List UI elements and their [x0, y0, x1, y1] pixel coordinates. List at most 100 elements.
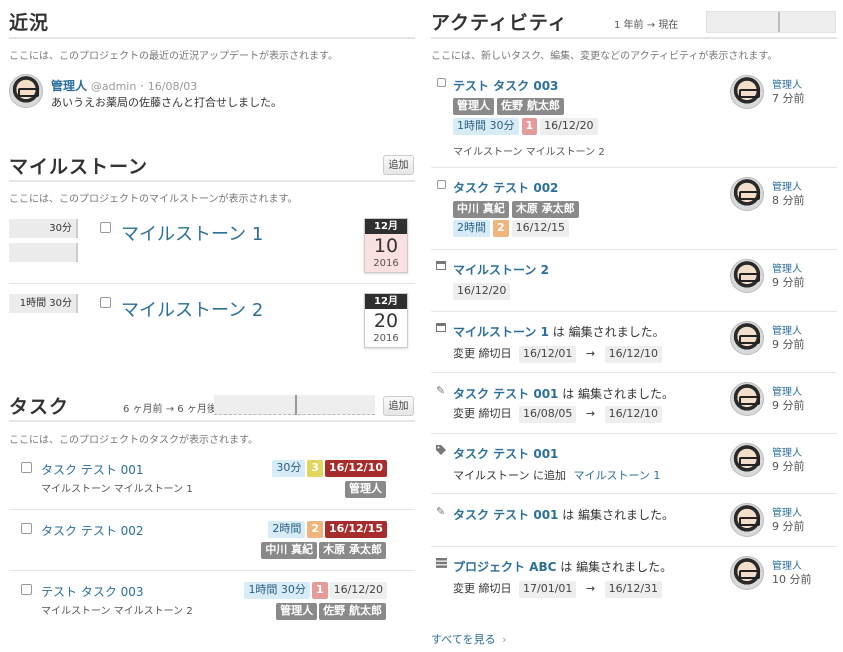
- activity-title-link[interactable]: マイルストーン 2: [453, 261, 549, 278]
- activity-title-link[interactable]: マイルストーン 1: [453, 325, 549, 339]
- activity-user[interactable]: 管理人: [772, 178, 802, 193]
- avatar[interactable]: [730, 321, 764, 355]
- post-text: あいうえお薬局の佐藤さんと打合せしました。: [51, 96, 282, 109]
- activity-added: マイルストーン に追加: [453, 469, 566, 482]
- milestone-calendar: 12月 10 2016: [364, 218, 408, 273]
- activity-user[interactable]: 管理人: [772, 76, 802, 91]
- task-time: 1時間 30分: [244, 582, 310, 599]
- milestones-desc: ここには、このプロジェクトのマイルストーンが表示されます。: [9, 194, 298, 205]
- milestone-calendar: 12月 20 2016: [364, 293, 408, 348]
- cal-day: 20: [373, 310, 399, 332]
- divider: [9, 420, 415, 422]
- avatar[interactable]: [730, 382, 764, 416]
- arrow: →: [585, 407, 596, 420]
- avatar[interactable]: [9, 74, 43, 108]
- activity-title-link[interactable]: タスク テスト 001: [453, 445, 558, 462]
- activity-ago: 8 分前: [772, 194, 805, 207]
- task-icon: [437, 180, 446, 189]
- milestone-time: 1時間 30分: [9, 294, 78, 313]
- activity-time: 2時間: [453, 220, 490, 237]
- activity-user[interactable]: 管理人: [772, 322, 802, 337]
- activity-change: 変更 締切日: [453, 407, 512, 420]
- activity-ago: 9 分前: [772, 399, 805, 412]
- activity-tag: 木原 承太郎: [511, 201, 579, 218]
- activity-tag: 佐野 航太郎: [497, 98, 564, 115]
- activity-from: 16/12/01: [519, 345, 577, 363]
- milestone-time: 30分: [9, 219, 78, 238]
- activity-user[interactable]: 管理人: [772, 260, 802, 275]
- avatar[interactable]: [730, 75, 764, 109]
- task-name[interactable]: タスク テスト 001: [41, 461, 144, 478]
- task-milestone: マイルストーン マイルストーン 1: [41, 484, 193, 495]
- pencil-icon: ✎: [436, 384, 446, 397]
- activity-added-link[interactable]: マイルストーン 1: [573, 469, 660, 482]
- divider: [431, 167, 837, 168]
- milestone-checkbox[interactable]: [100, 222, 111, 233]
- activity-user[interactable]: 管理人: [772, 557, 802, 572]
- task-checkbox[interactable]: [21, 584, 32, 595]
- divider: [9, 180, 415, 182]
- task-checkbox[interactable]: [21, 523, 32, 534]
- add-task-button[interactable]: 追加: [383, 396, 414, 416]
- divider: [431, 372, 837, 373]
- divider: [9, 570, 415, 571]
- chevron-right-icon: ›: [502, 633, 507, 646]
- task-name[interactable]: タスク テスト 002: [41, 522, 144, 539]
- activity-user[interactable]: 管理人: [772, 444, 802, 459]
- tasks-range-slider[interactable]: [214, 395, 375, 415]
- recent-title: 近況: [9, 12, 50, 34]
- task-count: 2: [307, 521, 324, 538]
- activity-range: 1 年前 → 現在: [614, 20, 679, 31]
- calendar-icon: [436, 322, 446, 335]
- task-checkbox[interactable]: [21, 462, 32, 473]
- task-time: 2時間: [268, 521, 306, 538]
- milestone-name[interactable]: マイルストーン 1: [121, 220, 263, 246]
- post-sep: ·: [140, 79, 144, 93]
- activity-title-link[interactable]: タスク テスト 001: [453, 387, 558, 401]
- activity-range-slider[interactable]: [706, 11, 836, 33]
- task-due: 16/12/15: [325, 521, 387, 538]
- milestone-checkbox[interactable]: [100, 297, 111, 308]
- task-assignee: 佐野 航太郎: [319, 603, 386, 620]
- milestones-title: マイルストーン: [9, 156, 149, 178]
- task-assignee: 管理人: [276, 603, 318, 620]
- activity-title-link[interactable]: プロジェクト ABC: [453, 560, 556, 574]
- avatar[interactable]: [730, 443, 764, 477]
- divider: [431, 249, 837, 250]
- milestone-name[interactable]: マイルストーン 2: [121, 296, 263, 322]
- activity-date: 16/12/15: [511, 220, 570, 237]
- add-milestone-button[interactable]: 追加: [383, 155, 414, 175]
- tasks-desc: ここには、このプロジェクトのタスクが表示されます。: [9, 435, 258, 446]
- arrow: →: [585, 582, 596, 595]
- activity-title: アクティビティ: [431, 12, 568, 34]
- activity-user[interactable]: 管理人: [772, 383, 802, 398]
- task-name[interactable]: テスト タスク 003: [41, 583, 144, 600]
- activity-tag: 中川 真紀: [453, 201, 509, 218]
- activity-count: 1: [521, 118, 538, 135]
- activity-ago: 9 分前: [772, 338, 805, 351]
- activity-to: 16/12/31: [604, 580, 663, 598]
- avatar[interactable]: [730, 259, 764, 293]
- tasks-title: タスク: [9, 396, 70, 418]
- activity-desc: ここには、新しいタスク、編集、変更などのアクティビティが表示されます。: [431, 51, 778, 62]
- tag-icon: [436, 445, 446, 458]
- divider: [431, 37, 837, 39]
- see-all-link[interactable]: すべてを見る: [431, 633, 496, 646]
- activity-user[interactable]: 管理人: [772, 504, 802, 519]
- avatar[interactable]: [730, 177, 764, 211]
- avatar[interactable]: [730, 503, 764, 537]
- divider: [431, 546, 837, 547]
- divider: [431, 433, 837, 434]
- avatar[interactable]: [730, 556, 764, 590]
- activity-title-link[interactable]: タスク テスト 001: [453, 508, 558, 522]
- activity-title-link[interactable]: テスト タスク 003: [453, 77, 558, 94]
- activity-ago: 7 分前: [772, 92, 805, 105]
- post-handle: @admin: [90, 80, 137, 93]
- divider: [431, 311, 837, 312]
- post-author[interactable]: 管理人: [51, 79, 87, 93]
- task-assignee: 管理人: [345, 481, 386, 498]
- task-assignee: 木原 承太郎: [319, 542, 386, 559]
- project-icon: [436, 558, 447, 571]
- activity-title-link[interactable]: タスク テスト 002: [453, 179, 558, 196]
- tasks-range: 6 ヶ月前 → 6 ヶ月後: [123, 404, 217, 415]
